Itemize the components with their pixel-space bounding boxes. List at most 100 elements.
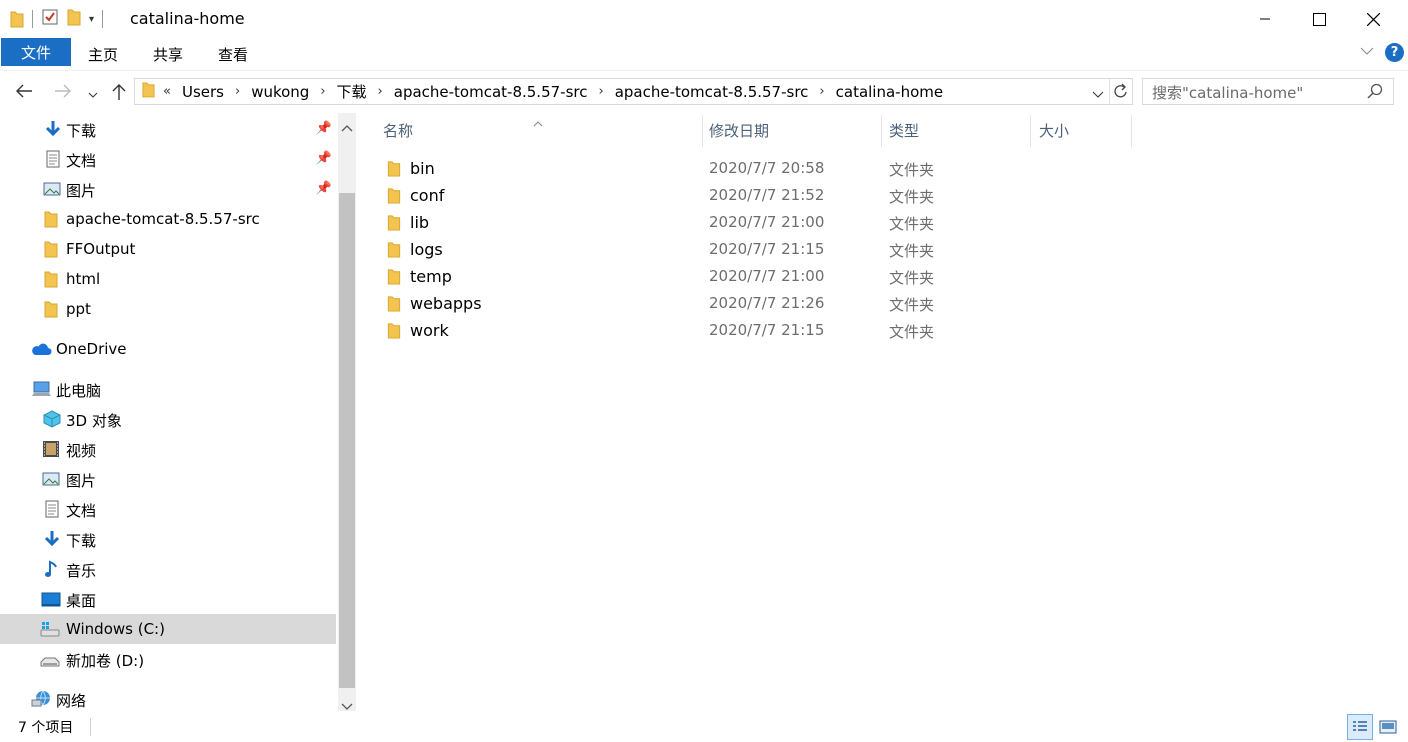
properties-icon[interactable]: [41, 8, 59, 30]
sidebar-item-videos[interactable]: 视频: [0, 434, 336, 464]
large-icons-view-button[interactable]: [1375, 714, 1401, 740]
recent-locations-chevron-icon[interactable]: [88, 85, 98, 105]
maximize-button[interactable]: [1292, 0, 1346, 38]
folder-icon: [387, 295, 401, 312]
crumb-tomcat-src-1[interactable]: apache-tomcat-8.5.57-src: [394, 83, 588, 101]
sidebar-item-label: 文档: [66, 502, 97, 520]
customize-toolbar-icon[interactable]: ▾: [89, 14, 94, 25]
sidebar-item-volume-d[interactable]: 新加卷 (D:): [0, 644, 336, 674]
sidebar-item-music[interactable]: 音乐: [0, 554, 336, 584]
file-row[interactable]: bin 2020/7/7 20:58 文件夹: [377, 155, 1377, 182]
crumb-tomcat-src-2[interactable]: apache-tomcat-8.5.57-src: [615, 83, 809, 101]
file-row[interactable]: conf 2020/7/7 21:52 文件夹: [377, 182, 1377, 209]
sidebar-item-this-pc[interactable]: 此电脑: [0, 374, 336, 404]
file-name: bin: [410, 159, 435, 178]
tab-file[interactable]: 文件: [1, 38, 71, 66]
file-type: 文件夹: [889, 242, 935, 260]
column-divider[interactable]: [881, 115, 882, 147]
pin-icon[interactable]: 📌: [316, 181, 332, 196]
column-divider[interactable]: [702, 115, 703, 147]
file-modified: 2020/7/7 21:00: [709, 267, 825, 285]
sidebar-item-ppt[interactable]: ppt: [0, 294, 336, 324]
tab-share[interactable]: 共享: [153, 44, 183, 65]
file-name: conf: [410, 186, 445, 205]
sidebar-item-pictures-pc[interactable]: 图片: [0, 464, 336, 494]
sidebar-item-downloads[interactable]: 下载 📌: [0, 114, 336, 144]
close-button[interactable]: [1346, 0, 1400, 38]
scrollbar-thumb[interactable]: [339, 193, 355, 688]
file-row[interactable]: logs 2020/7/7 21:15 文件夹: [377, 236, 1377, 263]
divider: [32, 10, 33, 28]
column-header-name[interactable]: 名称: [383, 113, 701, 147]
tab-view[interactable]: 查看: [218, 44, 248, 65]
sidebar-item-label: apache-tomcat-8.5.57-src: [66, 210, 260, 228]
file-row[interactable]: work 2020/7/7 21:15 文件夹: [377, 317, 1377, 344]
column-header-modified[interactable]: 修改日期: [709, 113, 879, 147]
forward-arrow-icon[interactable]: [54, 83, 72, 104]
search-icon[interactable]: [1367, 83, 1383, 103]
sidebar-item-label: 新加卷 (D:): [66, 652, 145, 670]
picture-icon: [43, 180, 61, 198]
column-divider[interactable]: [1131, 115, 1132, 147]
divider: [1109, 79, 1110, 104]
file-name: temp: [410, 267, 452, 286]
column-divider[interactable]: [1030, 115, 1031, 147]
crumb-chevron-icon[interactable]: ›: [235, 84, 240, 99]
pin-icon[interactable]: 📌: [316, 121, 332, 136]
folder-icon: [44, 270, 62, 288]
sidebar-item-tomcat-src[interactable]: apache-tomcat-8.5.57-src: [0, 204, 336, 234]
chevron-down-icon[interactable]: [1360, 44, 1374, 62]
help-icon[interactable]: ?: [1385, 43, 1404, 62]
sidebar-scrollbar[interactable]: [338, 113, 356, 711]
file-row[interactable]: temp 2020/7/7 21:00 文件夹: [377, 263, 1377, 290]
crumb-chevron-icon[interactable]: ›: [598, 84, 603, 99]
pin-icon[interactable]: 📌: [316, 151, 332, 166]
crumb-catalina-home[interactable]: catalina-home: [836, 83, 943, 101]
tab-home[interactable]: 主页: [88, 44, 118, 65]
sidebar-item-network[interactable]: 网络: [0, 684, 336, 711]
file-row[interactable]: webapps 2020/7/7 21:26 文件夹: [377, 290, 1377, 317]
sidebar-item-html[interactable]: html: [0, 264, 336, 294]
sidebar-item-documents[interactable]: 文档 📌: [0, 144, 336, 174]
sidebar-item-onedrive[interactable]: OneDrive: [0, 334, 336, 364]
crumb-users[interactable]: Users: [182, 83, 224, 101]
file-name: webapps: [410, 294, 482, 313]
details-view-button[interactable]: [1347, 714, 1373, 740]
file-modified: 2020/7/7 21:26: [709, 294, 825, 312]
sidebar-item-pictures[interactable]: 图片 📌: [0, 174, 336, 204]
sidebar-item-3d-objects[interactable]: 3D 对象: [0, 404, 336, 434]
sidebar-item-desktop[interactable]: 桌面: [0, 584, 336, 614]
onedrive-cloud-icon: [30, 340, 52, 358]
crumb-downloads[interactable]: 下载: [337, 81, 367, 102]
file-modified: 2020/7/7 20:58: [709, 159, 825, 177]
document-icon: [44, 150, 62, 168]
sidebar-item-documents-pc[interactable]: 文档: [0, 494, 336, 524]
folder-icon: [44, 240, 62, 258]
back-arrow-icon[interactable]: [15, 83, 33, 104]
address-history-chevron-icon[interactable]: [1092, 86, 1104, 104]
crumb-chevron-icon[interactable]: ›: [320, 84, 325, 99]
column-header-type[interactable]: 类型: [889, 113, 1029, 147]
sidebar-item-downloads-pc[interactable]: 下载: [0, 524, 336, 554]
minimize-button[interactable]: [1238, 0, 1292, 38]
sidebar-item-label: 下载: [66, 122, 97, 140]
refresh-icon[interactable]: [1113, 83, 1129, 104]
sidebar-item-ffoutput[interactable]: FFOutput: [0, 234, 336, 264]
crumb-chevron-icon[interactable]: ›: [378, 84, 383, 99]
windows-drive-icon: [40, 620, 60, 638]
title-bar: ▾ catalina-home: [0, 0, 1408, 38]
up-arrow-icon[interactable]: [111, 83, 127, 106]
crumb-chevron-icon[interactable]: ›: [819, 84, 824, 99]
desktop-icon: [41, 590, 61, 608]
new-folder-icon[interactable]: [67, 8, 81, 30]
search-input[interactable]: 搜索"catalina-home": [1142, 78, 1394, 105]
address-bar[interactable]: « Users › wukong › 下载 › apache-tomcat-8.…: [134, 78, 1133, 105]
sidebar-item-windows-c[interactable]: Windows (C:): [0, 614, 336, 644]
scroll-up-icon[interactable]: [341, 118, 353, 136]
file-type: 文件夹: [889, 161, 935, 179]
file-row[interactable]: lib 2020/7/7 21:00 文件夹: [377, 209, 1377, 236]
address-row: « Users › wukong › 下载 › apache-tomcat-8.…: [0, 70, 1408, 112]
breadcrumb-overflow[interactable]: «: [163, 84, 171, 99]
column-header-size[interactable]: 大小: [1039, 113, 1129, 147]
crumb-wukong[interactable]: wukong: [251, 83, 309, 101]
